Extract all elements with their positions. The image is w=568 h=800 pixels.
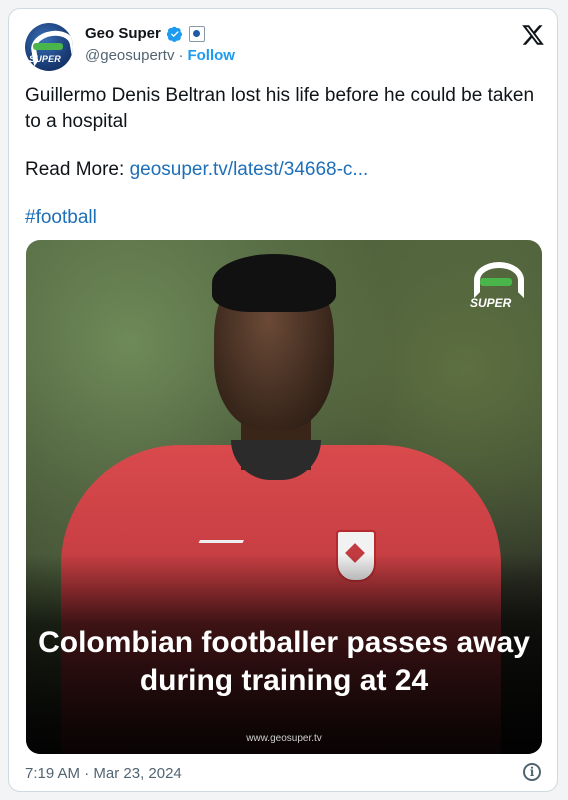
- tweet-timestamp[interactable]: 7:19 AM · Mar 23, 2024: [25, 765, 182, 782]
- name-row: Geo Super: [85, 25, 205, 42]
- handle-separator: ·: [178, 47, 184, 64]
- tweet-date: Mar 23, 2024: [93, 765, 182, 782]
- tweet-media-image[interactable]: SUPER Colombian footballer passes away d…: [26, 240, 542, 754]
- account-name[interactable]: Geo Super: [85, 25, 161, 42]
- affiliate-badge-icon: [188, 25, 205, 42]
- tweet-time: 7:19 AM: [25, 765, 81, 782]
- verified-badge-icon: [166, 26, 182, 42]
- tweet-body: Guillermo Denis Beltran lost his life be…: [25, 85, 535, 132]
- read-more-line: Read More: geosuper.tv/latest/34668-c...: [25, 157, 535, 183]
- avatar[interactable]: SUPER: [25, 23, 73, 71]
- avatar-bar: [33, 43, 63, 50]
- follow-button[interactable]: Follow: [187, 47, 235, 64]
- meta-separator: ·: [84, 765, 90, 782]
- tweet-text: Guillermo Denis Beltran lost his life be…: [25, 83, 535, 253]
- hashtag-line: #football: [25, 205, 535, 231]
- player-hair: [212, 254, 336, 312]
- media-site-url: www.geosuper.tv: [246, 733, 322, 744]
- read-more-label: Read More:: [25, 159, 125, 180]
- avatar-text: SUPER: [29, 54, 62, 64]
- x-logo-icon[interactable]: [521, 23, 545, 47]
- media-headline: Colombian footballer passes away during …: [38, 626, 530, 697]
- article-link[interactable]: geosuper.tv/latest/34668-c...: [130, 159, 369, 180]
- hashtag-link[interactable]: #football: [25, 207, 97, 228]
- geo-super-logo: SUPER: [470, 258, 524, 312]
- logo-text: SUPER: [470, 296, 512, 310]
- account-handle[interactable]: @geosupertv: [85, 47, 174, 64]
- tweet-header: SUPER Geo Super @geosupertv · Follow: [25, 21, 545, 71]
- logo-bar: [480, 278, 512, 286]
- info-icon[interactable]: i: [523, 763, 541, 781]
- tweet-card: SUPER Geo Super @geosupertv · Follow Gui…: [8, 8, 558, 792]
- handle-row: @geosupertv · Follow: [85, 47, 235, 64]
